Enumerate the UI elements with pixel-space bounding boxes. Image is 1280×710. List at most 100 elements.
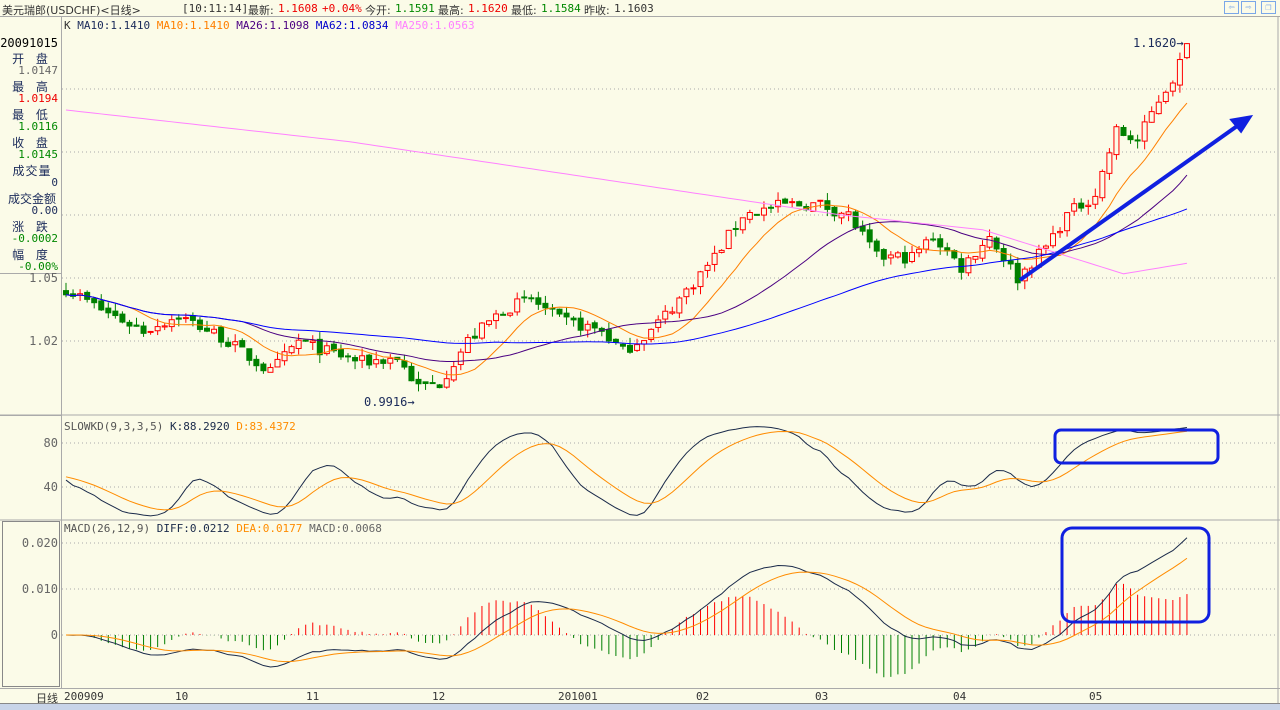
candle-body — [873, 240, 880, 252]
macd-dea-line — [65, 557, 1188, 663]
candle-body — [627, 344, 633, 353]
candle-body — [782, 198, 789, 204]
candle-body — [1120, 126, 1127, 136]
candle-body — [302, 339, 309, 342]
candle-body — [401, 360, 408, 368]
time-tick: 200909 — [64, 690, 104, 703]
candle-body — [1141, 121, 1148, 142]
candle-body — [119, 313, 126, 323]
candle-body — [1127, 135, 1134, 141]
candle-body — [662, 310, 669, 320]
candle-body — [1113, 126, 1120, 156]
candle-body — [535, 297, 542, 305]
candle-body — [246, 348, 253, 361]
candle-body — [542, 302, 549, 309]
candle-body — [63, 290, 69, 296]
candle-body — [937, 238, 944, 248]
candle-body — [161, 325, 168, 328]
candle-body — [98, 300, 105, 311]
candle-body — [993, 237, 1000, 250]
candle-body — [866, 229, 873, 243]
candle-body — [570, 317, 577, 321]
candle-body — [880, 249, 887, 260]
candle-body — [563, 312, 570, 318]
candle-body — [133, 324, 140, 327]
candle-body — [366, 354, 373, 366]
candle-body — [1155, 101, 1162, 115]
candle-body — [887, 254, 894, 259]
candle-body — [916, 248, 923, 254]
candle-body — [253, 358, 260, 367]
candle-body — [1078, 202, 1085, 209]
time-axis: 日线 200909 10 11 12 201001 02 03 04 05 — [0, 688, 1280, 705]
candle-body — [669, 311, 676, 314]
price-chart[interactable] — [0, 0, 1280, 703]
candle-body — [612, 338, 619, 343]
candle-body — [436, 384, 443, 389]
candle-body — [345, 355, 351, 358]
candle-body — [1183, 43, 1190, 59]
candle-body — [605, 329, 612, 342]
candle-body — [1085, 204, 1092, 208]
candle-body — [422, 381, 429, 385]
candle-body — [760, 207, 767, 216]
candle-body — [218, 326, 225, 343]
candle-body — [1014, 262, 1021, 284]
trend-arrow — [1018, 122, 1242, 282]
candle-body — [1007, 260, 1014, 265]
candle-body — [387, 357, 394, 364]
candle-body — [267, 367, 274, 373]
candle-body — [359, 355, 366, 361]
candle-body — [683, 288, 690, 298]
candle-body — [1169, 82, 1176, 92]
time-tick: 02 — [696, 690, 710, 703]
candle-body — [1071, 203, 1078, 212]
candle-body — [1092, 195, 1099, 205]
candle-body — [796, 201, 803, 207]
candle-body — [443, 378, 450, 388]
candle-body — [1162, 91, 1169, 102]
candle-body — [577, 317, 584, 331]
candle-body — [634, 344, 641, 351]
candle-body — [584, 323, 591, 331]
candle-body — [225, 341, 232, 347]
candle-body — [1050, 233, 1056, 247]
candle-body — [288, 346, 295, 354]
candle-body — [817, 199, 824, 202]
candle-body — [316, 338, 323, 356]
candle-body — [295, 339, 302, 349]
candle-body — [591, 322, 598, 329]
candle-body — [958, 258, 965, 273]
candle-body — [471, 335, 478, 339]
time-tick: 11 — [306, 690, 320, 703]
candle-body — [478, 322, 485, 339]
candle-body — [789, 201, 796, 204]
candle-body — [352, 357, 359, 362]
candle-body — [528, 297, 535, 300]
candle-body — [112, 310, 119, 317]
candle-body — [901, 252, 908, 264]
candle-body — [204, 327, 210, 332]
candle-body — [105, 307, 112, 314]
candle-body — [486, 320, 492, 325]
candle-body — [380, 359, 387, 364]
candle-body — [260, 363, 267, 372]
candle-body — [521, 296, 528, 299]
candle-body — [175, 317, 182, 320]
candle-body — [1176, 59, 1183, 86]
candle-body — [281, 351, 288, 362]
candle-body — [1064, 212, 1071, 232]
macd-diff-line — [65, 537, 1188, 668]
candle-body — [711, 252, 718, 265]
candle-body — [415, 378, 422, 385]
candle-body — [514, 298, 521, 313]
candle-body — [619, 343, 626, 347]
time-tick: 10 — [175, 690, 189, 703]
candle-body — [739, 217, 746, 231]
candle-body — [909, 252, 915, 262]
candle-body — [676, 297, 683, 314]
candle-body — [408, 365, 415, 382]
candle-body — [1057, 230, 1064, 234]
candle-body — [429, 382, 436, 385]
candle-body — [923, 239, 930, 250]
